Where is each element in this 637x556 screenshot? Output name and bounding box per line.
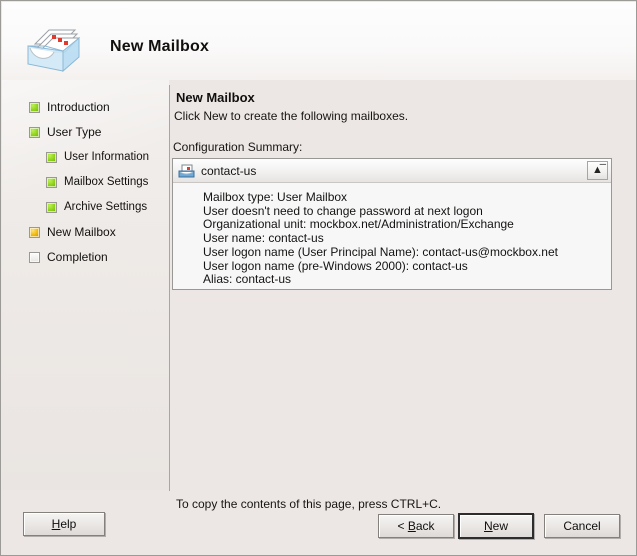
wizard-sidebar: Introduction User Type User Information … bbox=[2, 80, 169, 490]
cancel-button-label: Cancel bbox=[563, 519, 601, 533]
sidebar-item-user-type[interactable]: User Type bbox=[29, 123, 101, 141]
wizard-banner: New Mailbox bbox=[2, 2, 636, 80]
help-button-label: elp bbox=[60, 517, 77, 531]
new-button-accel: N bbox=[483, 519, 493, 533]
summary-detail-line: Mailbox type: User Mailbox bbox=[203, 190, 348, 204]
status-square-icon bbox=[46, 201, 57, 213]
sidebar-item-label: Completion bbox=[47, 250, 108, 264]
sidebar-item-label: User Information bbox=[64, 151, 150, 163]
status-square-icon bbox=[29, 101, 40, 113]
sidebar-item-label: User Type bbox=[47, 125, 102, 139]
summary-caption: Configuration Summary: bbox=[173, 140, 303, 154]
sidebar-item-label: Archive Settings bbox=[64, 201, 148, 213]
sidebar-item-label: Mailbox Settings bbox=[64, 176, 149, 188]
sidebar-item-label: New Mailbox bbox=[47, 225, 116, 239]
copy-hint-text: To copy the contents of this page, press… bbox=[176, 497, 442, 511]
back-button-accel: B bbox=[407, 519, 416, 533]
status-square-icon bbox=[46, 151, 57, 163]
back-button-prefix: < bbox=[397, 519, 408, 533]
sidebar-item-archive-settings[interactable]: Archive Settings bbox=[46, 198, 147, 216]
sidebar-item-completion[interactable]: Completion bbox=[29, 248, 108, 266]
configuration-summary-listbox: contact-us ▲̅ Mailbox type: User Mailbox… bbox=[172, 158, 612, 290]
status-square-icon bbox=[29, 126, 40, 138]
summary-header-row[interactable]: contact-us ▲̅ bbox=[173, 159, 611, 183]
summary-header-title: contact-us bbox=[201, 163, 257, 178]
page-title: New Mailbox bbox=[110, 38, 210, 55]
new-mailbox-wizard-window: New Mailbox Introduction User Type User … bbox=[0, 0, 637, 556]
sidebar-item-label: Introduction bbox=[47, 100, 110, 114]
cancel-button[interactable]: Cancel bbox=[544, 514, 620, 538]
content-heading: New Mailbox bbox=[176, 90, 255, 105]
new-button[interactable]: New bbox=[458, 513, 534, 539]
status-square-icon bbox=[29, 251, 40, 263]
sidebar-item-introduction[interactable]: Introduction bbox=[29, 98, 110, 116]
mailbox-icon bbox=[178, 164, 195, 177]
summary-detail-line: Alias: contact-us bbox=[203, 272, 292, 287]
back-button[interactable]: < Back bbox=[378, 514, 454, 538]
back-button-label: ack bbox=[415, 519, 435, 533]
help-button[interactable]: Help bbox=[23, 512, 105, 536]
status-square-icon bbox=[29, 226, 40, 238]
summary-detail-line: Organizational unit: mockbox.net/Adminis… bbox=[203, 217, 514, 232]
mailbox-tray-icon bbox=[27, 29, 81, 73]
sidebar-item-new-mailbox[interactable]: New Mailbox bbox=[29, 223, 116, 241]
sidebar-item-user-information[interactable]: User Information bbox=[46, 148, 149, 166]
summary-details-list: Mailbox type: User Mailbox User doesn't … bbox=[173, 183, 611, 287]
sidebar-item-mailbox-settings[interactable]: Mailbox Settings bbox=[46, 173, 148, 191]
summary-detail-line: User name: contact-us bbox=[203, 231, 324, 246]
summary-detail-line: User doesn't need to change password at … bbox=[203, 203, 483, 218]
wizard-content-pane: New Mailbox Click New to create the foll… bbox=[170, 80, 636, 490]
new-button-label: ew bbox=[492, 519, 508, 533]
summary-detail-line: User logon name (pre-Windows 2000): cont… bbox=[203, 258, 468, 273]
content-subtext: Click New to create the following mailbo… bbox=[174, 109, 409, 123]
chevron-double-up-icon[interactable]: ▲̅ bbox=[587, 161, 608, 180]
status-square-icon bbox=[46, 176, 57, 188]
summary-detail-line: User logon name (User Principal Name): c… bbox=[203, 244, 558, 259]
